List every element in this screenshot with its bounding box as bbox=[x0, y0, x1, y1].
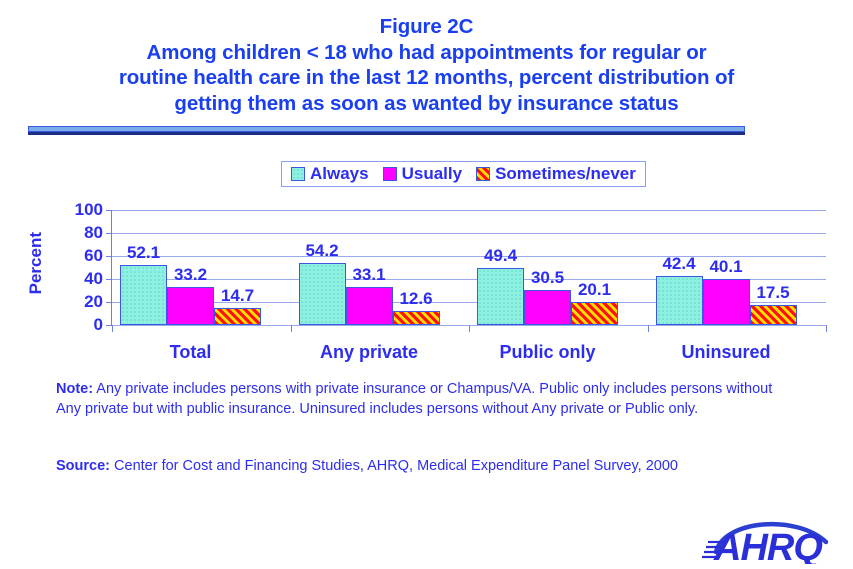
chart-plot-area: 0 20 40 60 80 100 52.1 33.2 14.7 54.2 33.1 12.6 49.… bbox=[75, 200, 827, 362]
bar-total-usually bbox=[167, 286, 214, 325]
note-prefix: Note: bbox=[56, 381, 94, 397]
bar-any-private-always bbox=[298, 262, 346, 325]
y-tick-40 bbox=[106, 279, 112, 280]
bar-value-uninsured-usually: 40.1 bbox=[709, 256, 743, 276]
gridline-80 bbox=[112, 233, 826, 234]
bar-public-only-usually bbox=[524, 289, 571, 325]
category-label-any-private: Any private bbox=[319, 342, 419, 362]
y-tick-80 bbox=[106, 233, 112, 234]
legend-swatch-usually-icon bbox=[382, 167, 397, 181]
legend-label-sometimes-never: Sometimes/never bbox=[495, 164, 636, 183]
bar-any-private-usually bbox=[345, 286, 393, 325]
bar-uninsured-always bbox=[655, 276, 703, 325]
title-line-2: Among children < 18 who had appointments… bbox=[146, 40, 707, 64]
category-tick-total bbox=[290, 325, 292, 332]
bar-public-only-sometimes-never bbox=[571, 301, 618, 325]
bar-value-total-usually: 33.2 bbox=[173, 264, 208, 284]
bar-uninsured-usually bbox=[702, 278, 750, 325]
bar-value-any-private-usually: 33.1 bbox=[352, 264, 386, 284]
y-axis-title: Percent bbox=[26, 232, 45, 295]
source-prefix: Source: bbox=[56, 458, 110, 474]
category-label-public-only: Public only bbox=[499, 342, 596, 362]
bar-any-private-sometimes-never bbox=[392, 310, 440, 325]
y-tick-100 bbox=[106, 210, 112, 211]
y-tick-label-40: 40 bbox=[84, 269, 103, 288]
chart-legend: Always Usually Sometimes/never bbox=[281, 161, 646, 187]
bar-value-public-only-usually: 30.5 bbox=[530, 267, 565, 287]
y-tick-20 bbox=[106, 302, 112, 303]
legend-swatch-always-icon bbox=[291, 167, 305, 181]
gridline-100 bbox=[112, 210, 826, 211]
page-title: Figure 2C Among children < 18 who had ap… bbox=[0, 14, 853, 116]
bar-value-uninsured-always: 42.4 bbox=[662, 254, 696, 274]
legend-label-usually: Usually bbox=[401, 164, 463, 183]
bar-value-public-only-always: 49.4 bbox=[483, 246, 518, 266]
source-body: Center for Cost and Financing Studies, A… bbox=[110, 458, 678, 474]
bar-value-total-always: 52.1 bbox=[126, 243, 161, 263]
category-tick-any-private bbox=[469, 325, 470, 332]
bar-total-always bbox=[120, 265, 167, 325]
bar-public-only-always bbox=[477, 268, 524, 325]
ahrq-logo: AHRQ bbox=[700, 512, 840, 569]
bar-value-uninsured-sometimes-never: 17.5 bbox=[756, 282, 790, 302]
title-line-4: getting them as soon as wanted by insura… bbox=[174, 91, 679, 115]
legend-item-always: Always bbox=[291, 164, 369, 184]
category-tick-public-only bbox=[647, 325, 649, 332]
category-label-uninsured: Uninsured bbox=[681, 342, 771, 362]
note-body: Any private includes persons with privat… bbox=[56, 381, 773, 417]
bar-uninsured-sometimes-never bbox=[749, 304, 797, 325]
y-tick-label-60: 60 bbox=[84, 246, 103, 265]
y-tick-label-80: 80 bbox=[84, 223, 103, 242]
legend-swatch-sometimes-never-icon bbox=[476, 167, 491, 181]
y-tick-label-0: 0 bbox=[93, 315, 103, 334]
title-line-1: Figure 2C bbox=[379, 15, 474, 38]
bar-value-any-private-sometimes-never: 12.6 bbox=[399, 288, 433, 308]
note-text: Note: Any private includes persons with … bbox=[56, 379, 796, 419]
svg-text:AHRQ: AHRQ bbox=[713, 527, 822, 564]
source-text: Source: Center for Cost and Financing St… bbox=[56, 456, 816, 476]
y-tick-label-20: 20 bbox=[84, 292, 103, 311]
bar-value-any-private-always: 54.2 bbox=[305, 240, 339, 260]
legend-label-always: Always bbox=[310, 164, 369, 183]
ahrq-logo-icon: AHRQ bbox=[702, 521, 829, 569]
legend-item-sometimes-never: Sometimes/never bbox=[476, 164, 636, 184]
y-axis-line bbox=[111, 210, 112, 326]
bar-value-total-sometimes-never: 14.7 bbox=[220, 286, 255, 306]
category-label-total: Total bbox=[169, 342, 212, 362]
title-divider bbox=[28, 126, 745, 135]
y-tick-label-100: 100 bbox=[74, 200, 103, 219]
category-tick-uninsured bbox=[826, 325, 827, 332]
legend-item-usually: Usually bbox=[382, 164, 463, 184]
divider-dark-rule bbox=[28, 132, 745, 135]
y-tick-60 bbox=[106, 256, 112, 257]
bar-value-public-only-sometimes-never: 20.1 bbox=[577, 279, 612, 299]
category-tick-origin bbox=[112, 325, 113, 332]
bar-total-sometimes-never bbox=[214, 308, 261, 325]
title-line-3: routine health care in the last 12 month… bbox=[118, 66, 735, 89]
